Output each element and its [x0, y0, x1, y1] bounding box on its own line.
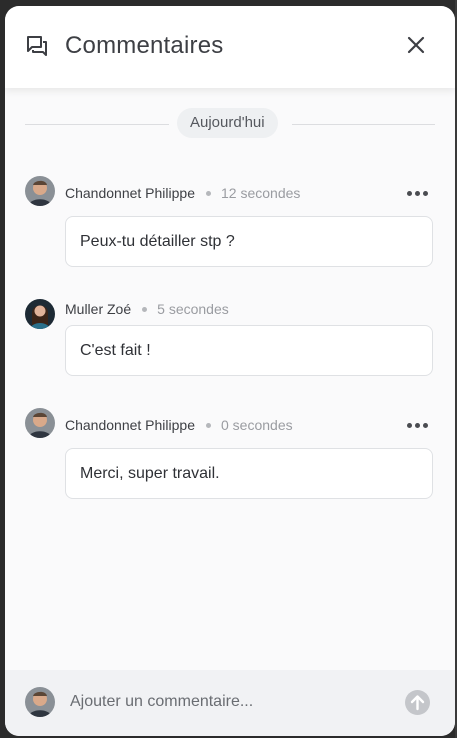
avatar	[25, 176, 55, 206]
separator-dot	[206, 190, 211, 196]
day-divider-right	[292, 124, 435, 125]
arrow-up-icon	[410, 695, 425, 711]
comment-author: Chandonnet Philippe	[65, 185, 195, 201]
comment-meta: Chandonnet Philippe 12 secondes	[65, 185, 300, 201]
comment-bubble: Peux-tu détailler stp ?	[65, 216, 433, 267]
day-divider-left	[25, 124, 169, 125]
comment-time: 0 secondes	[221, 417, 293, 433]
comment-author: Chandonnet Philippe	[65, 417, 195, 433]
comment-meta: Chandonnet Philippe 0 secondes	[65, 417, 293, 433]
comment-author: Muller Zoé	[65, 301, 132, 317]
comment-meta: Muller Zoé 5 secondes	[65, 301, 229, 317]
avatar	[25, 408, 55, 438]
close-icon[interactable]	[407, 36, 425, 54]
comment-composer	[5, 670, 455, 736]
comment-bubble: C'est fait !	[65, 325, 433, 376]
comment-time: 12 secondes	[221, 185, 301, 201]
panel-title: Commentaires	[65, 32, 224, 59]
comment-bubble: Merci, super travail.	[65, 448, 433, 499]
send-button[interactable]	[405, 690, 430, 715]
more-options-icon[interactable]	[407, 422, 429, 430]
avatar	[25, 299, 55, 329]
avatar	[25, 687, 55, 717]
forum-icon	[27, 36, 47, 56]
comment-time: 5 secondes	[157, 301, 229, 317]
comment-input[interactable]	[70, 688, 390, 716]
more-options-icon[interactable]	[407, 190, 429, 198]
separator-dot	[142, 306, 148, 312]
separator-dot	[206, 422, 211, 428]
comments-panel: Commentaires Aujourd'hui Chandonnet Phil…	[5, 6, 455, 736]
day-separator: Aujourd'hui	[177, 108, 278, 138]
panel-header: Commentaires	[5, 6, 455, 88]
